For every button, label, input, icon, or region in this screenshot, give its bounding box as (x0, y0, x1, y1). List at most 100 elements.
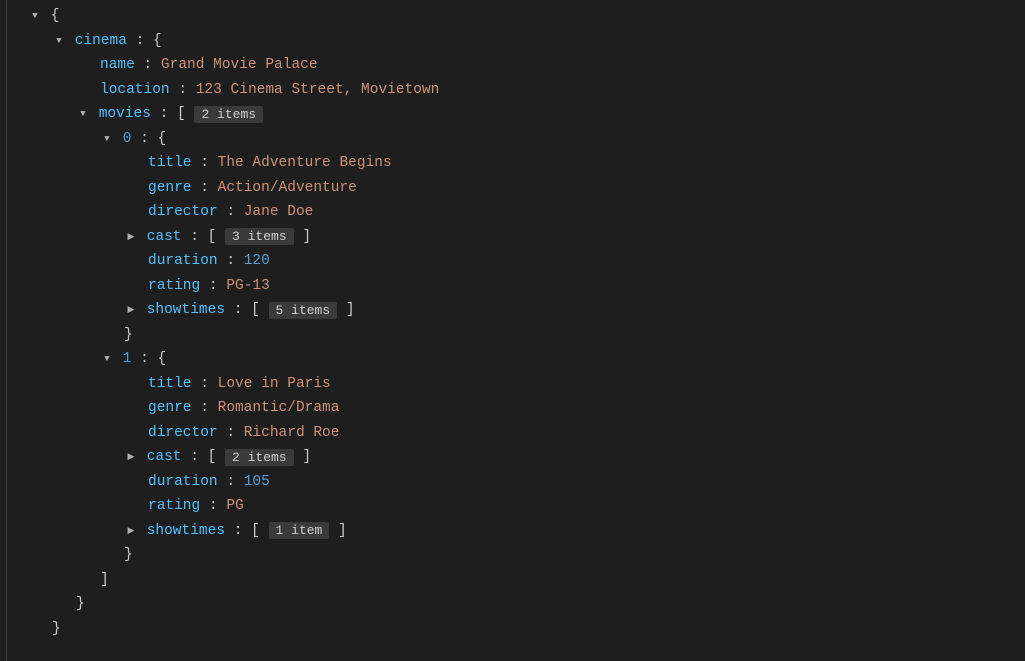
tree-node-movie-1[interactable]: 1 : { (0, 347, 1025, 372)
items-badge: 1 item (269, 522, 330, 539)
colon: : (192, 376, 218, 392)
colon: : (182, 449, 208, 465)
items-badge: 5 items (269, 302, 338, 319)
tree-leaf-duration: duration : 120 (0, 249, 1025, 274)
tree-leaf-rating: rating : PG (0, 494, 1025, 519)
colon: : (170, 82, 196, 98)
json-key: duration (148, 474, 218, 490)
json-key: genre (148, 180, 192, 196)
colon: : (218, 474, 244, 490)
close-brace: } (52, 621, 61, 637)
tree-node-movies[interactable]: movies : [ 2 items (0, 102, 1025, 127)
close-brace-row: } (0, 323, 1025, 348)
close-bracket-row: ] (0, 568, 1025, 593)
close-bracket: ] (100, 572, 109, 588)
colon: : (127, 33, 153, 49)
close-bracket: ] (294, 229, 311, 245)
colon: : (225, 302, 251, 318)
colon: : (218, 253, 244, 269)
chevron-down-icon[interactable] (52, 36, 66, 46)
close-brace: } (124, 547, 133, 563)
json-key: showtimes (147, 302, 225, 318)
json-key: cinema (75, 33, 127, 49)
json-value: PG-13 (226, 278, 270, 294)
json-value: Richard Roe (244, 425, 340, 441)
tree-leaf-director: director : Jane Doe (0, 200, 1025, 225)
chevron-down-icon[interactable] (28, 11, 42, 21)
json-value: Action/Adventure (218, 180, 357, 196)
chevron-down-icon[interactable] (100, 354, 114, 364)
open-brace: { (153, 33, 162, 49)
json-index: 0 (123, 131, 132, 147)
close-brace: } (76, 596, 85, 612)
json-index: 1 (123, 351, 132, 367)
chevron-right-icon[interactable] (124, 232, 138, 242)
colon: : (200, 278, 226, 294)
json-value: Romantic/Drama (218, 400, 340, 416)
tree-leaf-rating: rating : PG-13 (0, 274, 1025, 299)
json-key: cast (147, 229, 182, 245)
close-bracket: ] (294, 449, 311, 465)
colon: : (135, 57, 161, 73)
tree-node-cast-1[interactable]: cast : [ 2 items ] (0, 445, 1025, 470)
json-value: PG (226, 498, 243, 514)
json-key: director (148, 425, 218, 441)
colon: : (218, 425, 244, 441)
json-key: name (100, 57, 135, 73)
open-bracket: [ (208, 229, 225, 245)
colon: : (218, 204, 244, 220)
json-value: The Adventure Begins (218, 155, 392, 171)
tree-leaf-genre: genre : Romantic/Drama (0, 396, 1025, 421)
tree-leaf-title: title : The Adventure Begins (0, 151, 1025, 176)
json-value: 120 (244, 253, 270, 269)
tree-node-root[interactable]: { (0, 4, 1025, 29)
json-key: genre (148, 400, 192, 416)
json-value: 123 Cinema Street, Movietown (196, 82, 440, 98)
close-brace-row: } (0, 592, 1025, 617)
close-brace: } (124, 327, 133, 343)
json-key: title (148, 155, 192, 171)
tree-leaf-location: location : 123 Cinema Street, Movietown (0, 78, 1025, 103)
open-brace: { (42, 8, 59, 24)
chevron-right-icon[interactable] (124, 452, 138, 462)
close-brace-row: } (0, 543, 1025, 568)
tree-leaf-name: name : Grand Movie Palace (0, 53, 1025, 78)
tree-leaf-title: title : Love in Paris (0, 372, 1025, 397)
json-key: location (100, 82, 170, 98)
colon: : (131, 131, 157, 147)
items-badge: 3 items (225, 228, 294, 245)
colon: : (151, 106, 177, 122)
close-bracket: ] (329, 523, 346, 539)
open-bracket: [ (251, 523, 268, 539)
json-key: rating (148, 498, 200, 514)
json-key: rating (148, 278, 200, 294)
tree-node-movie-0[interactable]: 0 : { (0, 127, 1025, 152)
colon: : (182, 229, 208, 245)
chevron-down-icon[interactable] (100, 134, 114, 144)
tree-node-cast-0[interactable]: cast : [ 3 items ] (0, 225, 1025, 250)
tree-leaf-duration: duration : 105 (0, 470, 1025, 495)
open-bracket: [ (177, 106, 194, 122)
json-value: Love in Paris (218, 376, 331, 392)
tree-node-showtimes-0[interactable]: showtimes : [ 5 items ] (0, 298, 1025, 323)
colon: : (192, 180, 218, 196)
open-bracket: [ (208, 449, 225, 465)
json-value: 105 (244, 474, 270, 490)
items-badge: 2 items (225, 449, 294, 466)
open-brace: { (158, 131, 167, 147)
chevron-right-icon[interactable] (124, 305, 138, 315)
tree-node-showtimes-1[interactable]: showtimes : [ 1 item ] (0, 519, 1025, 544)
colon: : (131, 351, 157, 367)
tree-node-cinema[interactable]: cinema : { (0, 29, 1025, 54)
colon: : (192, 155, 218, 171)
json-value: Jane Doe (244, 204, 314, 220)
json-key: title (148, 376, 192, 392)
json-tree: { cinema : { name : Grand Movie Palace l… (0, 0, 1025, 661)
json-key: cast (147, 449, 182, 465)
json-key: director (148, 204, 218, 220)
chevron-down-icon[interactable] (76, 109, 90, 119)
json-value: Grand Movie Palace (161, 57, 318, 73)
items-badge: 2 items (194, 106, 263, 123)
chevron-right-icon[interactable] (124, 526, 138, 536)
gutter-line (6, 0, 7, 661)
